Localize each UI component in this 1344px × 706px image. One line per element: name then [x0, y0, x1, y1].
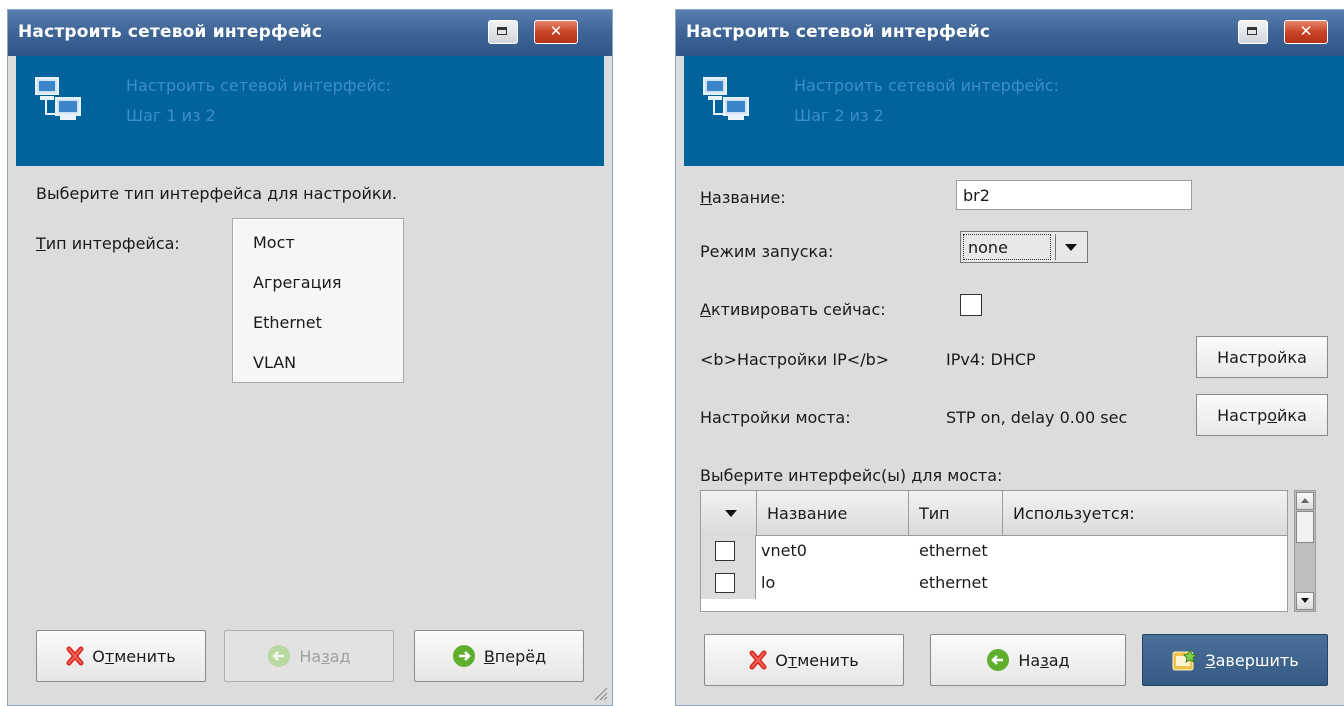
interface-name: lo: [761, 573, 776, 592]
list-item-bond[interactable]: Агрегация: [253, 273, 341, 292]
scroll-up-icon[interactable]: [1296, 492, 1314, 510]
forward-label: Вперёд: [483, 646, 547, 666]
finish-button[interactable]: Завершить: [1142, 634, 1328, 686]
header-title: Настроить сетевой интерфейс:: [794, 76, 1059, 95]
start-mode-value: none: [963, 234, 1051, 260]
table-row[interactable]: vnet0 ethernet: [701, 535, 1287, 567]
name-label: Название:: [700, 188, 786, 207]
row-checkbox[interactable]: [715, 573, 735, 593]
start-mode-select[interactable]: none: [960, 231, 1088, 263]
header-step: Шаг 1 из 2: [126, 106, 216, 125]
close-icon: ✕: [549, 22, 563, 40]
list-item-bridge[interactable]: Мост: [253, 233, 295, 252]
cancel-x-icon: [66, 646, 84, 666]
table-row[interactable]: lo ethernet: [701, 567, 1287, 599]
finish-label: Завершить: [1205, 650, 1299, 670]
maximize-button[interactable]: [488, 20, 518, 44]
title-bar[interactable]: Настроить сетевой интерфейс ✕: [676, 10, 1344, 56]
interface-type: ethernet: [919, 541, 988, 560]
maximize-button[interactable]: [1238, 20, 1268, 44]
cancel-label: Отменить: [92, 646, 176, 666]
table-header: Название Тип Используется:: [701, 491, 1287, 536]
configure-interface-window-step2: Настроить сетевой интерфейс ✕ Настроить …: [676, 10, 1344, 705]
select-column-header[interactable]: [701, 491, 757, 535]
title-bar[interactable]: Настроить сетевой интерфейс ✕: [8, 10, 612, 56]
interface-type-list[interactable]: Мост Агрегация Ethernet VLAN: [232, 218, 404, 383]
activate-now-checkbox[interactable]: [960, 294, 982, 316]
forward-arrow-icon: [452, 645, 475, 667]
cancel-button[interactable]: Отменить: [704, 634, 904, 686]
window-title: Настроить сетевой интерфейс: [686, 22, 991, 42]
ip-settings-button[interactable]: Настройка: [1196, 336, 1328, 378]
chevron-down-icon: [1055, 234, 1085, 260]
bridge-settings-value: STP on, delay 0.00 sec: [946, 408, 1128, 427]
column-header-used[interactable]: Используется:: [1003, 491, 1287, 535]
configure-interface-window-step1: Настроить сетевой интерфейс ✕ Настроить …: [8, 10, 612, 705]
back-button[interactable]: Назад: [224, 630, 394, 682]
bridge-settings-label: Настройки моста:: [700, 408, 851, 427]
cancel-label: Отменить: [775, 650, 859, 670]
header-title: Настроить сетевой интерфейс:: [126, 76, 391, 95]
wizard-header: Настроить сетевой интерфейс: Шаг 2 из 2: [684, 56, 1344, 166]
back-label: Назад: [1018, 650, 1070, 670]
interfaces-table[interactable]: Название Тип Используется: vnet0 etherne…: [700, 490, 1288, 612]
cancel-x-icon: [749, 650, 767, 670]
ip-settings-value: IPv4: DHCP: [946, 350, 1036, 369]
ip-settings-label: <b>Настройки IP</b>: [700, 350, 890, 369]
list-item-vlan[interactable]: VLAN: [253, 353, 296, 372]
back-arrow-icon: [268, 645, 291, 667]
select-interfaces-label: Выберите интерфейс(ы) для моста:: [700, 466, 1003, 485]
start-mode-label: Режим запуска:: [700, 242, 834, 261]
name-input[interactable]: br2: [956, 180, 1192, 210]
back-arrow-icon: [987, 649, 1010, 671]
close-button[interactable]: ✕: [534, 20, 578, 44]
close-button[interactable]: ✕: [1284, 20, 1328, 44]
scroll-down-icon[interactable]: [1296, 592, 1314, 610]
back-button[interactable]: Назад: [930, 634, 1126, 686]
wizard-header: Настроить сетевой интерфейс: Шаг 1 из 2: [16, 56, 604, 166]
column-header-type[interactable]: Тип: [909, 491, 1003, 535]
interface-name: vnet0: [761, 541, 807, 560]
finish-icon: [1172, 649, 1198, 671]
cancel-button[interactable]: Отменить: [36, 630, 206, 682]
close-icon: ✕: [1299, 22, 1313, 40]
forward-button[interactable]: Вперёд: [414, 630, 584, 682]
interface-type: ethernet: [919, 573, 988, 592]
bridge-settings-button[interactable]: Настр о йка: [1196, 394, 1328, 436]
prompt-text: Выберите тип интерфейса для настройки.: [36, 184, 398, 203]
row-checkbox[interactable]: [715, 541, 735, 561]
back-label: Назад: [299, 646, 351, 666]
header-step: Шаг 2 из 2: [794, 106, 884, 125]
window-title: Настроить сетевой интерфейс: [18, 22, 323, 42]
network-computers-icon: [703, 77, 749, 120]
column-header-name[interactable]: Название: [757, 491, 909, 535]
table-scrollbar[interactable]: [1294, 490, 1316, 612]
network-computers-icon: [35, 77, 81, 120]
list-item-ethernet[interactable]: Ethernet: [253, 313, 322, 332]
resize-grip-icon[interactable]: [592, 685, 608, 701]
interface-type-label: Тип интерфейса:: [36, 234, 180, 253]
scroll-thumb[interactable]: [1296, 511, 1314, 543]
activate-now-label: Активировать сейчас:: [700, 300, 886, 319]
